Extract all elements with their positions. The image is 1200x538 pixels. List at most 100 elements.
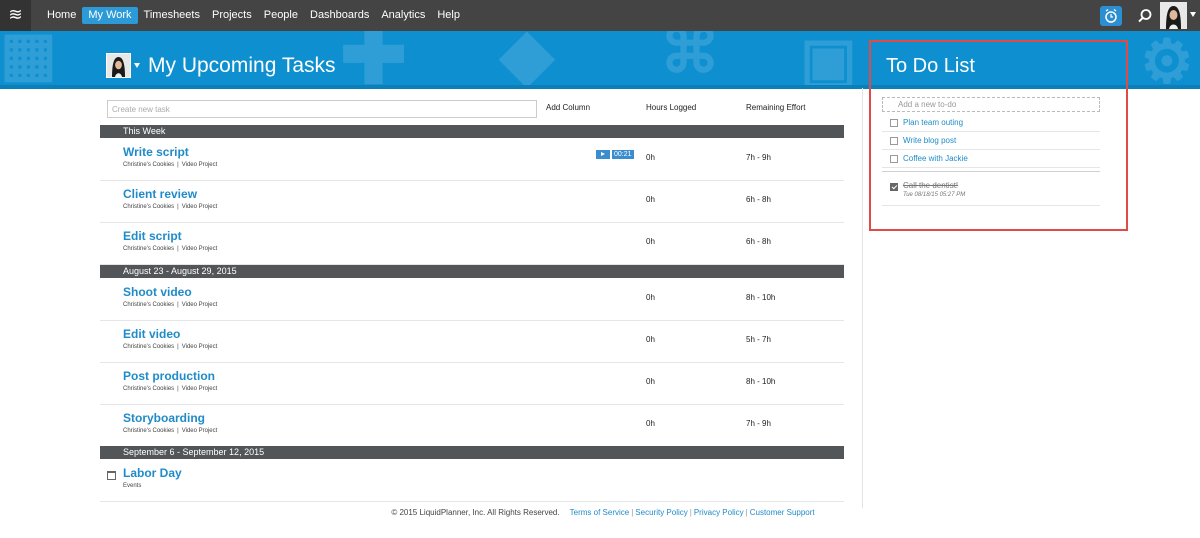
add-column-button[interactable]: Add Column: [546, 103, 590, 112]
security-policy-link[interactable]: Security Policy: [635, 508, 687, 517]
task-client[interactable]: Christine's Cookies: [123, 162, 174, 168]
task-name-link[interactable]: Client review: [123, 187, 197, 201]
task-project[interactable]: Video Project: [182, 162, 218, 168]
todo-item[interactable]: Write blog post: [882, 132, 1100, 150]
task-name-link[interactable]: Edit script: [123, 229, 182, 243]
nav-item-my-work[interactable]: My Work: [82, 7, 138, 24]
task-client[interactable]: Christine's Cookies: [123, 386, 174, 392]
task-client[interactable]: Christine's Cookies: [123, 302, 174, 308]
task-hours-logged: 0h: [646, 293, 655, 302]
play-icon[interactable]: [596, 150, 610, 159]
page-title: My Upcoming Tasks: [148, 54, 336, 77]
task-name-link[interactable]: Post production: [123, 369, 215, 383]
hours-logged-column-header[interactable]: Hours Logged: [646, 103, 696, 112]
app-logo-icon[interactable]: ≋: [0, 0, 31, 31]
todo-item[interactable]: Plan team outing: [882, 114, 1100, 132]
privacy-policy-link[interactable]: Privacy Policy: [694, 508, 744, 517]
task-remaining-effort: 7h - 9h: [746, 153, 771, 162]
todo-label[interactable]: Coffee with Jackie: [903, 154, 968, 163]
task-hours-logged: 0h: [646, 377, 655, 386]
remaining-effort-column-header[interactable]: Remaining Effort: [746, 103, 805, 112]
task-hours-logged: 0h: [646, 237, 655, 246]
todo-checkbox[interactable]: [890, 119, 898, 127]
task-project[interactable]: Video Project: [182, 428, 218, 434]
task-name-link[interactable]: Storyboarding: [123, 411, 205, 425]
task-remaining-effort: 8h - 10h: [746, 293, 776, 302]
task-hours-logged: 0h: [646, 335, 655, 344]
task-client[interactable]: Christine's Cookies: [123, 246, 174, 252]
todo-divider: [882, 171, 1100, 172]
task-name-link[interactable]: Edit video: [123, 327, 180, 341]
task-meta: Christine's Cookies | Video Project: [123, 162, 217, 168]
task-project[interactable]: Video Project: [182, 302, 218, 308]
nav-item-people[interactable]: People: [258, 7, 304, 24]
task-row[interactable]: Write script Christine's Cookies | Video P…: [100, 139, 844, 181]
task-project[interactable]: Video Project: [182, 344, 218, 350]
todo-checkbox[interactable]: [890, 137, 898, 145]
todo-label[interactable]: Write blog post: [903, 136, 956, 145]
task-row[interactable]: Edit script Christine's Cookies | Video Pr…: [100, 223, 844, 265]
column-divider: [862, 88, 863, 508]
user-avatar[interactable]: [1160, 2, 1187, 29]
event-name-link[interactable]: Labor Day: [123, 466, 182, 480]
banner-decoration: ◆: [500, 31, 554, 88]
task-client[interactable]: Christine's Cookies: [123, 204, 174, 210]
todo-label[interactable]: Plan team outing: [903, 118, 963, 127]
todo-item-completed[interactable]: Call the dentist! Tue 08/18/15 05:27 PM: [882, 178, 1100, 206]
task-row[interactable]: Post production Christine's Cookies | Vide…: [100, 363, 844, 405]
nav-item-dashboards[interactable]: Dashboards: [304, 7, 375, 24]
meta-separator: |: [177, 386, 179, 392]
owner-menu-chevron-down-icon[interactable]: [134, 63, 140, 68]
add-todo-input[interactable]: [882, 97, 1100, 112]
customer-support-link[interactable]: Customer Support: [750, 508, 815, 517]
task-project[interactable]: Video Project: [182, 204, 218, 210]
todo-item[interactable]: Coffee with Jackie: [882, 150, 1100, 168]
task-row[interactable]: Storyboarding Christine's Cookies | Video …: [100, 405, 844, 447]
terms-of-service-link[interactable]: Terms of Service: [570, 508, 630, 517]
search-icon[interactable]: [1137, 8, 1153, 24]
copyright-text: © 2015 LiquidPlanner, Inc. All Rights Re…: [391, 508, 560, 517]
nav-item-projects[interactable]: Projects: [206, 7, 258, 24]
task-meta: Christine's Cookies | Video Project: [123, 204, 217, 210]
todo-label-completed[interactable]: Call the dentist!: [903, 181, 958, 190]
nav-menu: Home My Work Timesheets Projects People Dashb…: [41, 7, 466, 24]
alarm-clock-icon[interactable]: [1100, 6, 1122, 26]
task-timer: 00:21: [596, 150, 634, 159]
task-remaining-effort: 6h - 8h: [746, 195, 771, 204]
timer-value[interactable]: 00:21: [612, 150, 634, 159]
task-hours-logged: 0h: [646, 419, 655, 428]
task-hours-logged: 0h: [646, 195, 655, 204]
create-task-input[interactable]: [107, 100, 537, 118]
owner-avatar[interactable]: [106, 53, 131, 78]
meta-separator: |: [177, 302, 179, 308]
event-row[interactable]: Labor Day Events: [100, 460, 844, 502]
todo-checkbox[interactable]: [890, 155, 898, 163]
task-name-link[interactable]: Shoot video: [123, 285, 192, 299]
task-row[interactable]: Shoot video Christine's Cookies | Video Pr…: [100, 279, 844, 321]
task-project[interactable]: Video Project: [182, 246, 218, 252]
meta-separator: |: [177, 246, 179, 252]
nav-item-help[interactable]: Help: [431, 7, 466, 24]
user-menu-chevron-down-icon[interactable]: [1190, 12, 1196, 17]
task-remaining-effort: 5h - 7h: [746, 335, 771, 344]
task-project[interactable]: Video Project: [182, 386, 218, 392]
task-remaining-effort: 8h - 10h: [746, 377, 776, 386]
task-meta: Christine's Cookies | Video Project: [123, 386, 217, 392]
event-meta[interactable]: Events: [123, 483, 141, 489]
task-client[interactable]: Christine's Cookies: [123, 344, 174, 350]
task-meta: Christine's Cookies | Video Project: [123, 246, 217, 252]
todo-checkbox-checked[interactable]: [890, 183, 898, 191]
banner-decoration: ⌘: [660, 31, 720, 85]
task-name-link[interactable]: Write script: [123, 145, 189, 159]
task-row[interactable]: Edit video Christine's Cookies | Video Pro…: [100, 321, 844, 363]
task-client[interactable]: Christine's Cookies: [123, 428, 174, 434]
top-nav: ≋ Home My Work Timesheets Projects People Das…: [0, 0, 1200, 31]
nav-item-analytics[interactable]: Analytics: [375, 7, 431, 24]
task-row[interactable]: Client review Christine's Cookies | Video …: [100, 181, 844, 223]
nav-item-timesheets[interactable]: Timesheets: [138, 7, 206, 24]
task-meta: Christine's Cookies | Video Project: [123, 302, 217, 308]
calendar-icon: [107, 471, 116, 480]
task-meta: Christine's Cookies | Video Project: [123, 428, 217, 434]
banner-decoration: ⚙: [1140, 31, 1194, 88]
nav-item-home[interactable]: Home: [41, 7, 82, 24]
